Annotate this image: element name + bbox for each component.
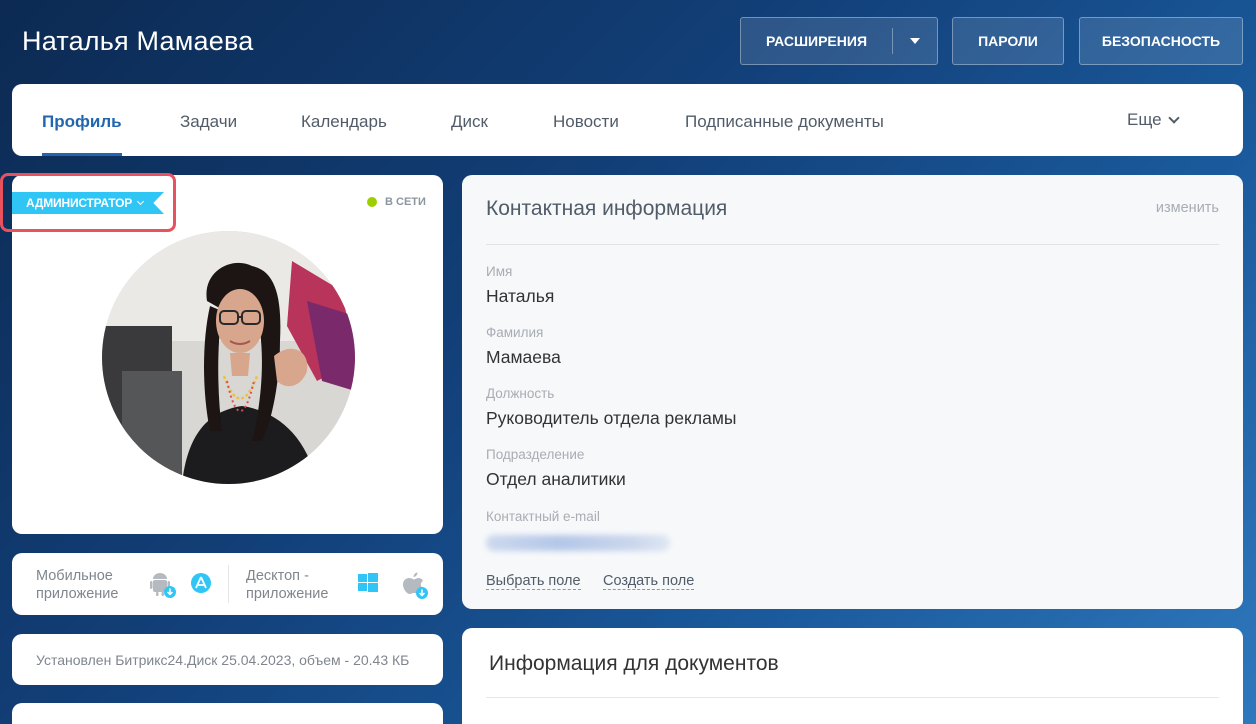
first-name-label: Имя xyxy=(486,264,513,279)
tab-more-label: Еще xyxy=(1127,110,1162,129)
chevron-down-icon xyxy=(1167,111,1180,124)
email-label: Контактный e-mail xyxy=(486,509,600,524)
lower-card xyxy=(12,703,443,724)
contact-info-title: Контактная информация xyxy=(486,197,728,220)
tab-tasks[interactable]: Задачи xyxy=(180,84,237,156)
mobile-app-label-line1: Мобильное xyxy=(36,568,113,584)
tab-more[interactable]: Еще xyxy=(1127,84,1180,156)
avatar[interactable] xyxy=(102,231,355,484)
role-badge[interactable]: АДМИНИСТРАТОР xyxy=(12,192,164,214)
tab-news[interactable]: Новости xyxy=(553,84,619,156)
app-store-icon[interactable] xyxy=(190,572,212,594)
contact-divider xyxy=(486,244,1219,245)
documents-info-card: Информация для документов xyxy=(462,628,1243,724)
disk-info-card: Установлен Битрикс24.Диск 25.04.2023, об… xyxy=(12,634,443,685)
page-title: Наталья Мамаева xyxy=(22,26,254,56)
chevron-down-icon xyxy=(137,197,145,206)
profile-tab-bar: Профиль Задачи Календарь Диск Новости По… xyxy=(12,84,1243,156)
disk-info-text: Установлен Битрикс24.Диск 25.04.2023, об… xyxy=(36,652,410,668)
desktop-app-label: Десктоп - приложение xyxy=(246,567,328,603)
choose-field-link[interactable]: Выбрать поле xyxy=(486,573,581,590)
department-label: Подразделение xyxy=(486,447,585,462)
extensions-button[interactable]: РАСШИРЕНИЯ xyxy=(740,17,938,65)
avatar-photo xyxy=(102,231,355,484)
last-name-label: Фамилия xyxy=(486,325,544,340)
tab-profile[interactable]: Профиль xyxy=(42,84,122,156)
online-status-label: В СЕТИ xyxy=(385,196,426,208)
online-dot-icon xyxy=(367,197,377,207)
tab-disk[interactable]: Диск xyxy=(451,84,488,156)
tab-calendar[interactable]: Календарь xyxy=(301,84,387,156)
security-button[interactable]: БЕЗОПАСНОСТЬ xyxy=(1079,17,1243,65)
position-value: Руководитель отдела рекламы xyxy=(486,408,737,428)
apple-icon[interactable] xyxy=(398,570,428,600)
online-status: В СЕТИ xyxy=(367,196,426,208)
extensions-button-label: РАСШИРЕНИЯ xyxy=(765,33,868,49)
extensions-dropdown-caret-icon[interactable] xyxy=(893,38,937,44)
position-label: Должность xyxy=(486,386,555,401)
first-name-value: Наталья xyxy=(486,286,555,306)
desktop-app-label-line2: приложение xyxy=(246,586,329,602)
android-icon[interactable] xyxy=(149,571,177,599)
contact-info-card: Контактная информация изменить Имя Натал… xyxy=(462,175,1243,609)
mobile-app-label: Мобильное приложение xyxy=(36,567,118,603)
desktop-app-label-line1: Десктоп - xyxy=(246,568,309,584)
create-field-link[interactable]: Создать поле xyxy=(603,573,695,590)
documents-divider xyxy=(486,697,1219,698)
apps-divider xyxy=(228,565,229,603)
apps-card: Мобильное приложение Десктоп - приложени… xyxy=(12,553,443,615)
documents-info-title: Информация для документов xyxy=(489,652,779,675)
passwords-button[interactable]: ПАРОЛИ xyxy=(952,17,1064,65)
mobile-app-label-line2: приложение xyxy=(36,586,119,602)
windows-icon[interactable] xyxy=(357,572,379,594)
edit-contact-link[interactable]: изменить xyxy=(1156,200,1219,216)
role-badge-label: АДМИНИСТРАТОР xyxy=(26,196,133,210)
email-value-blurred xyxy=(486,535,670,551)
department-value: Отдел аналитики xyxy=(486,469,626,489)
last-name-value: Мамаева xyxy=(486,347,561,367)
tab-signed-documents[interactable]: Подписанные документы xyxy=(685,84,884,156)
